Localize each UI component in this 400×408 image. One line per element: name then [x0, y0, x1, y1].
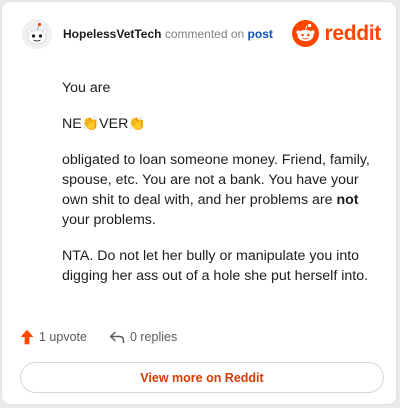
paragraph-3-text: obligated to loan someone money. Friend,…: [62, 152, 370, 208]
username-link[interactable]: HopelessVetTech: [63, 27, 161, 41]
reddit-brand[interactable]: reddit: [292, 20, 381, 47]
reply-arrow-icon: [109, 331, 125, 343]
snoo-avatar-icon[interactable]: [22, 19, 52, 49]
replies-count: 0 replies: [129, 330, 178, 344]
comment-line-1: You are: [62, 80, 111, 96]
paragraph-3-end: your problems.: [62, 212, 156, 228]
comment-byline: HopelessVetTech commented on post: [63, 27, 273, 41]
upvote-arrow-icon: [20, 329, 34, 345]
comment-body: You are NE👏VER👏 obligated to loan someon…: [62, 78, 378, 302]
clapping-hands-icon: 👏: [128, 115, 146, 131]
post-link[interactable]: post: [248, 27, 273, 41]
upvote-count: 1 upvote: [39, 330, 87, 344]
view-more-button[interactable]: View more on Reddit: [20, 362, 384, 393]
byline-action-text: commented on: [161, 27, 248, 41]
comment-header: HopelessVetTech commented on post: [22, 19, 273, 49]
upvote-button[interactable]: 1 upvote: [20, 329, 87, 345]
comment-actions: 1 upvote 0 replies: [20, 328, 177, 346]
clapping-hands-icon: 👏: [81, 115, 100, 131]
emphasis-part-2: VER: [99, 116, 129, 132]
paragraph-3-bold: not: [336, 192, 359, 208]
comment-paragraph-4: NTA. Do not let her bully or manipulate …: [62, 248, 369, 284]
emphasis-part-1: NE: [62, 116, 82, 132]
comment-line-2: NE👏VER👏: [62, 114, 378, 134]
replies-button[interactable]: 0 replies: [109, 330, 177, 344]
reddit-embed-card: HopelessVetTech commented on post reddit…: [1, 1, 397, 405]
comment-paragraph-3: obligated to loan someone money. Friend,…: [62, 150, 378, 230]
reddit-logo-icon: [292, 20, 320, 47]
reddit-wordmark: reddit: [324, 21, 381, 45]
